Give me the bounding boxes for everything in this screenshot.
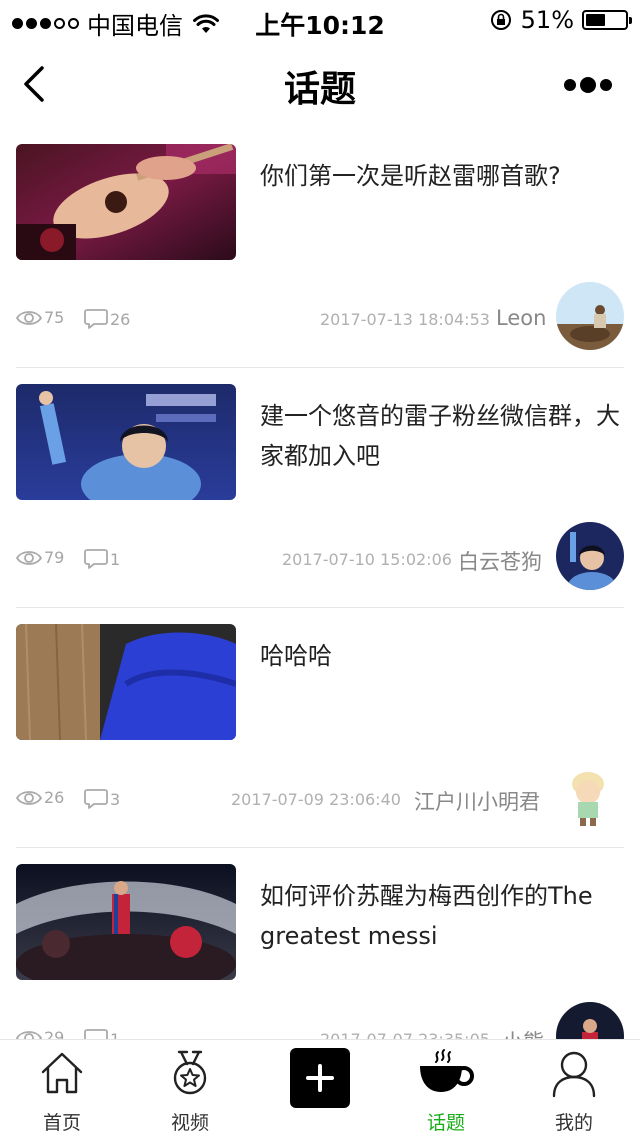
add-topic-button[interactable] [290, 1048, 350, 1108]
post-date: 2017-07-13 18:04:53 [320, 310, 490, 329]
user-icon [552, 1051, 596, 1098]
topic-meta: 75 26 2017-07-13 18:04:53 Leon [16, 282, 624, 350]
topic-card[interactable]: 哈哈哈 26 3 2017-07-09 23:06:40 江户川小明君 [0, 608, 640, 848]
topic-meta: 79 1 2017-07-10 15:02:06 白云苍狗 [16, 522, 624, 590]
tab-bar: 首页 视频 话题 我的 [0, 1039, 640, 1136]
topic-thumbnail [16, 144, 236, 260]
author-name[interactable]: Leon [496, 306, 546, 330]
topic-thumbnail [16, 864, 236, 980]
view-count: 75 [16, 308, 64, 327]
rotation-lock-icon [490, 10, 511, 30]
topic-thumbnail [16, 624, 236, 740]
avatar[interactable] [556, 1002, 624, 1040]
status-bar: 中国电信 上午10:12 51% [0, 0, 640, 40]
avatar[interactable] [556, 762, 624, 830]
topic-meta: 29 1 2017-07-07 23:35:05 小熊 [16, 1002, 624, 1040]
author-name[interactable]: 白云苍狗 [458, 546, 542, 576]
eye-icon [16, 550, 42, 565]
view-count: 79 [16, 548, 64, 567]
eye-icon [16, 310, 42, 325]
topic-title[interactable]: 哈哈哈 [260, 636, 620, 676]
author-name[interactable]: 小熊 [502, 1026, 544, 1040]
post-date: 2017-07-10 15:02:06 [282, 550, 452, 569]
topic-title[interactable]: 如何评价苏醒为梅西创作的The greatest messi [260, 876, 620, 956]
tab-mine[interactable]: 我的 [524, 1040, 624, 1136]
battery-percent: 51% [520, 6, 574, 34]
topic-card[interactable]: 如何评价苏醒为梅西创作的The greatest messi 29 1 2017… [0, 848, 640, 1040]
comment-icon [84, 549, 108, 569]
topic-list: 你们第一次是听赵雷哪首歌? 75 26 2017-07-13 18:04:53 … [0, 128, 640, 1040]
topic-title[interactable]: 你们第一次是听赵雷哪首歌? [260, 156, 620, 196]
avatar[interactable] [556, 282, 624, 350]
comment-count: 26 [84, 308, 130, 330]
navigation-bar: 话题 [0, 40, 640, 128]
comment-icon [84, 309, 108, 329]
tab-video[interactable]: 视频 [140, 1040, 240, 1136]
comment-count: 1 [84, 548, 120, 570]
comment-icon [84, 789, 108, 809]
plus-icon [306, 1064, 334, 1092]
more-dots-icon[interactable] [564, 74, 614, 96]
topic-card[interactable]: 建一个悠音的雷子粉丝微信群，大家都加入吧 79 1 2017-07-10 15:… [0, 368, 640, 608]
medal-icon [173, 1050, 207, 1095]
topic-card[interactable]: 你们第一次是听赵雷哪首歌? 75 26 2017-07-13 18:04:53 … [0, 128, 640, 368]
tab-topics[interactable]: 话题 [396, 1040, 496, 1136]
coffee-cup-icon [420, 1049, 474, 1092]
topic-meta: 26 3 2017-07-09 23:06:40 江户川小明君 [16, 762, 624, 830]
topic-thumbnail [16, 384, 236, 500]
tab-home[interactable]: 首页 [12, 1040, 112, 1136]
battery-icon [582, 10, 632, 30]
author-name[interactable]: 江户川小明君 [414, 786, 540, 816]
view-count: 26 [16, 788, 64, 807]
page-title: 话题 [283, 69, 356, 110]
topic-title[interactable]: 建一个悠音的雷子粉丝微信群，大家都加入吧 [260, 396, 620, 476]
eye-icon [16, 790, 42, 805]
home-icon [41, 1052, 83, 1094]
comment-count: 3 [84, 788, 120, 810]
avatar[interactable] [556, 522, 624, 590]
post-date: 2017-07-09 23:06:40 [231, 790, 401, 809]
